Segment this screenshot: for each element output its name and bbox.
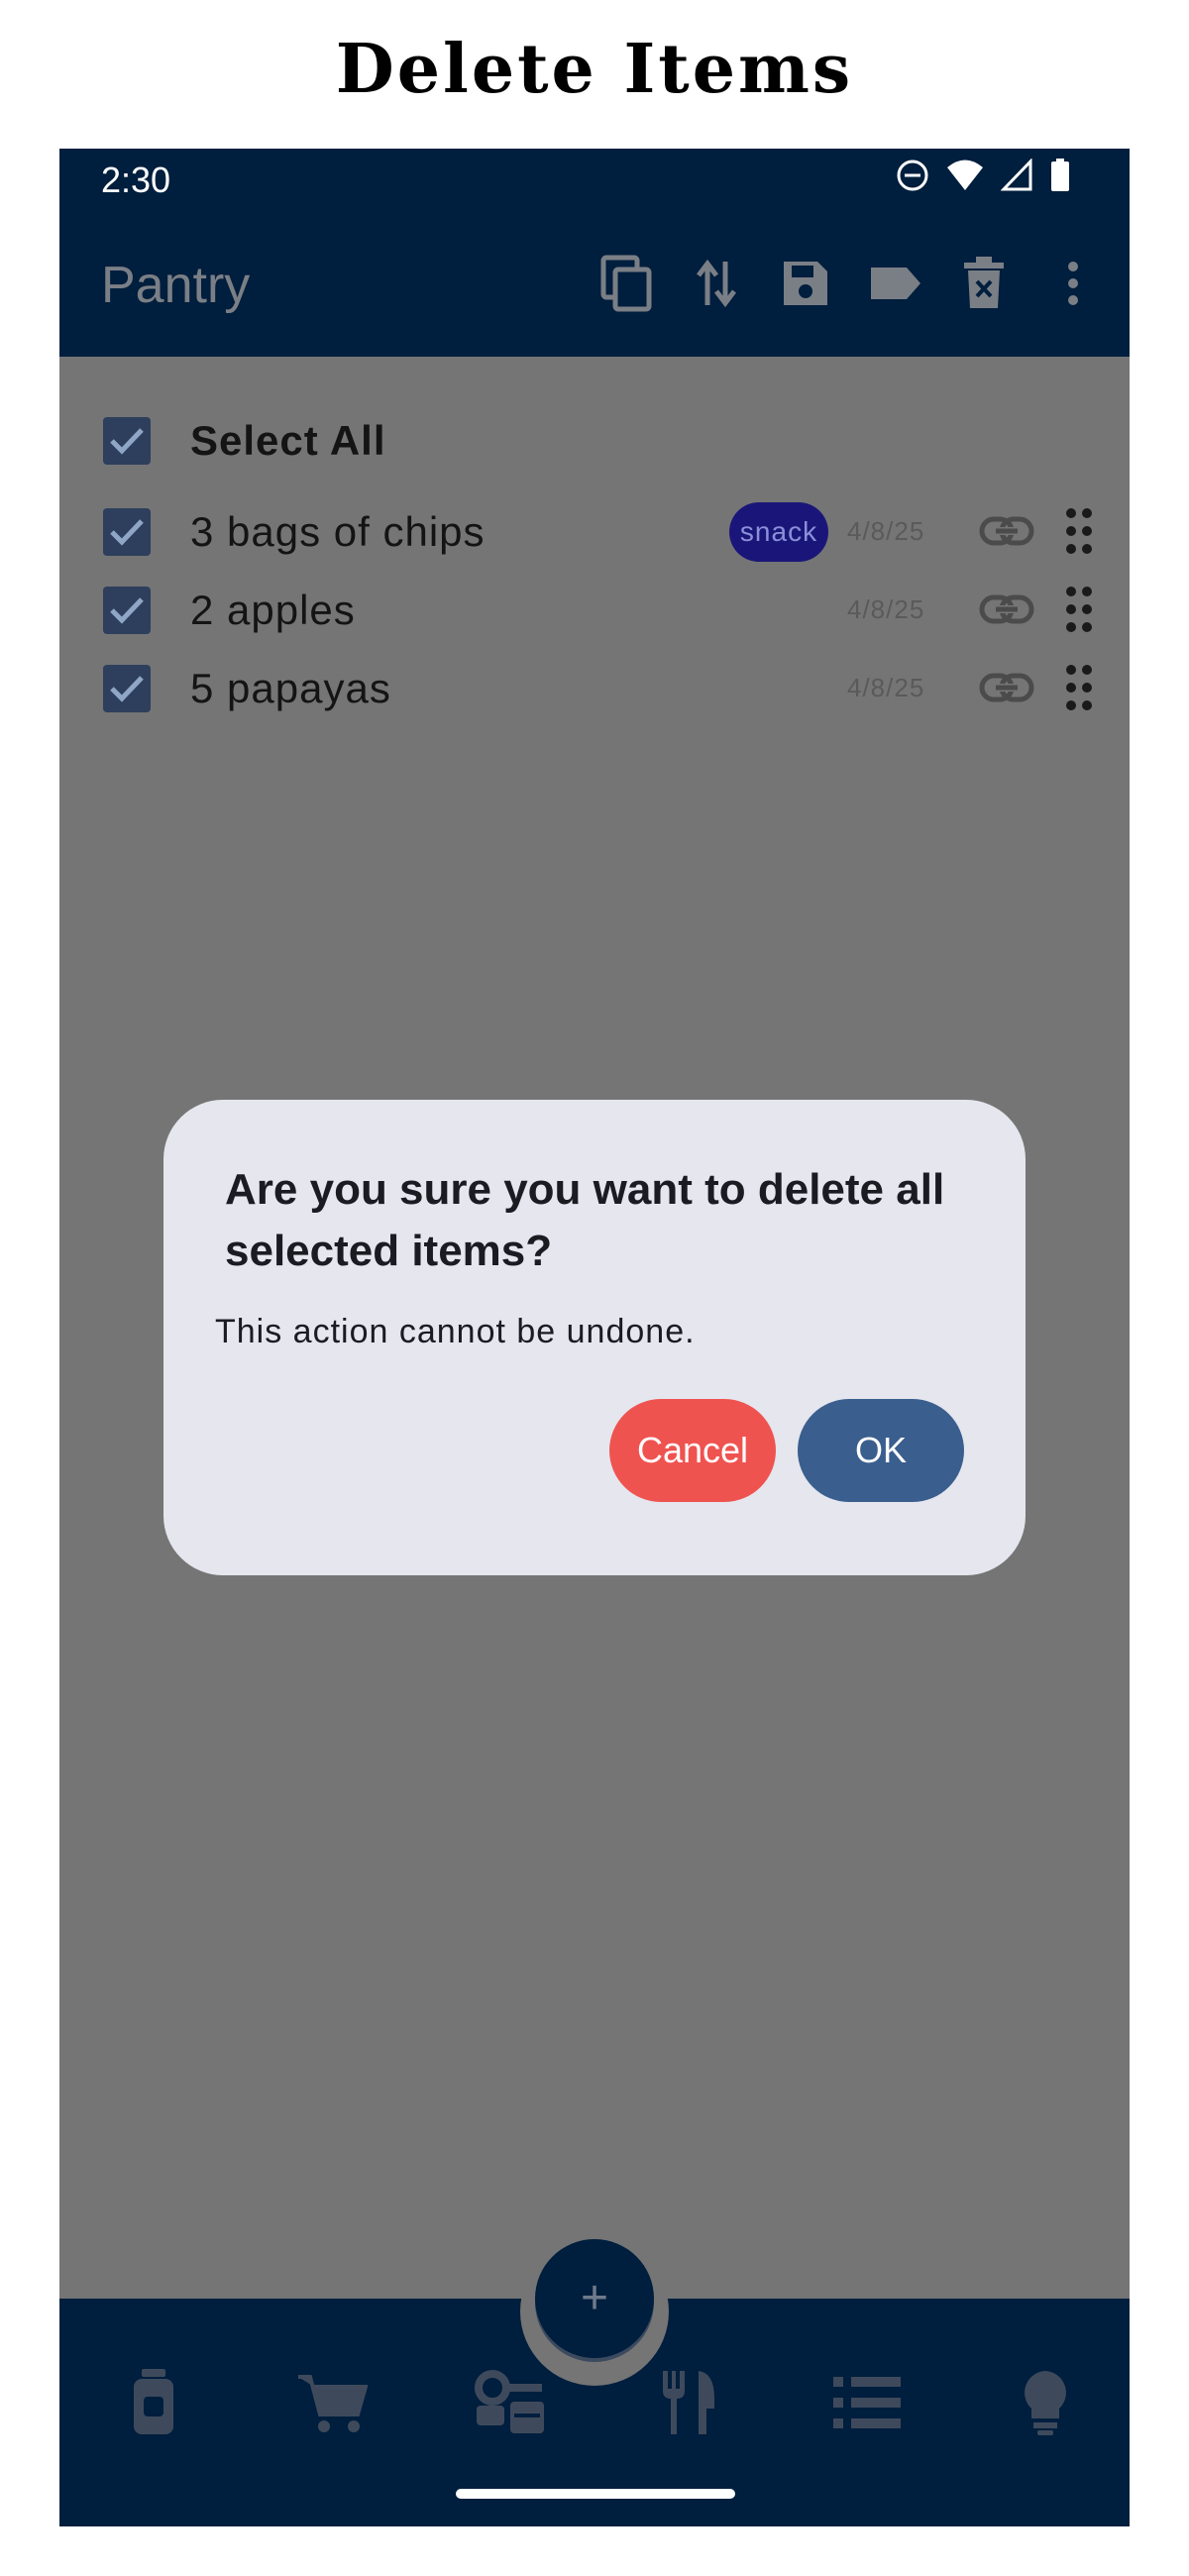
- sort-icon[interactable]: [672, 252, 761, 315]
- drag-handle-icon[interactable]: [1065, 507, 1093, 559]
- item-text: 2 apples: [190, 587, 356, 633]
- app-bar: Pantry: [59, 208, 1130, 357]
- item-date: 4/8/25: [847, 594, 925, 624]
- signal-icon: [1000, 158, 1034, 196]
- drag-handle-icon[interactable]: [1065, 664, 1093, 715]
- lightbulb-icon[interactable]: [996, 2358, 1095, 2447]
- item-date: 4/8/25: [847, 673, 925, 702]
- confirm-delete-dialog: Are you sure you want to delete all sele…: [163, 1100, 1026, 1575]
- cancel-button[interactable]: Cancel: [609, 1399, 776, 1502]
- select-all-checkbox[interactable]: [103, 417, 151, 465]
- home-indicator[interactable]: [456, 2489, 735, 2499]
- dialog-title: Are you sure you want to delete all sele…: [225, 1165, 945, 1275]
- dialog-body: This action cannot be undone.: [215, 1313, 696, 1350]
- status-bar: 2:30: [59, 149, 1130, 208]
- more-vert-icon[interactable]: [1028, 252, 1118, 315]
- link-icon[interactable]: [979, 670, 1034, 709]
- item-text: 5 papayas: [190, 665, 391, 711]
- select-all-label: Select All: [190, 417, 386, 464]
- wifi-icon: [945, 159, 985, 196]
- item-text: 3 bags of chips: [190, 508, 486, 555]
- link-icon[interactable]: [979, 513, 1034, 553]
- ok-button[interactable]: OK: [798, 1399, 964, 1502]
- dnd-icon: [896, 159, 929, 196]
- battery-icon: [1050, 159, 1070, 196]
- kitchen-icon[interactable]: [461, 2358, 560, 2447]
- list-icon[interactable]: [817, 2358, 917, 2447]
- utensils-icon[interactable]: [639, 2358, 738, 2447]
- list-item[interactable]: 5 papayas 4/8/25: [59, 654, 1130, 723]
- status-time: 2:30: [101, 160, 171, 200]
- add-icon: +: [580, 2272, 609, 2324]
- list-item[interactable]: 2 apples 4/8/25: [59, 576, 1130, 645]
- list-item[interactable]: 3 bags of chips snack 4/8/25: [59, 497, 1130, 567]
- delete-icon[interactable]: [939, 252, 1028, 315]
- item-checkbox[interactable]: [103, 587, 151, 634]
- label-icon[interactable]: [850, 252, 939, 315]
- save-icon[interactable]: [761, 252, 850, 315]
- item-checkbox[interactable]: [103, 665, 151, 712]
- drag-handle-icon[interactable]: [1065, 586, 1093, 637]
- tag-chip[interactable]: snack: [729, 502, 828, 562]
- page-heading: Delete Items: [335, 30, 854, 109]
- select-all-row[interactable]: Select All: [59, 406, 1130, 476]
- phone-screen: 2:30 Pantry Select All 3 bags of chips s…: [59, 149, 1130, 2526]
- cart-icon[interactable]: [282, 2358, 381, 2447]
- item-date: 4/8/25: [847, 516, 925, 546]
- item-checkbox[interactable]: [103, 508, 151, 556]
- copy-icon[interactable]: [583, 252, 672, 315]
- app-title: Pantry: [101, 257, 251, 314]
- add-item-fab[interactable]: +: [535, 2239, 654, 2358]
- link-icon[interactable]: [979, 591, 1034, 631]
- pantry-jar-icon[interactable]: [104, 2358, 203, 2447]
